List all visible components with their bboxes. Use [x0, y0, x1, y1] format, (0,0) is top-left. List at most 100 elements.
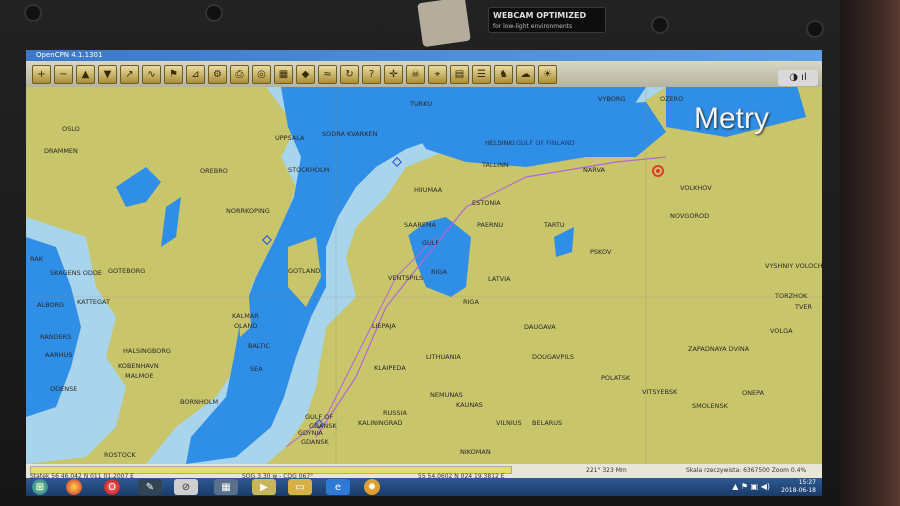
map-label: LIEPAJA	[372, 322, 396, 330]
screw-icon	[651, 16, 669, 34]
map-label: LITHUANIA	[426, 353, 461, 361]
tide-icon[interactable]: ≈	[318, 64, 337, 84]
map-label: VITSYEBSK	[642, 388, 678, 396]
chrome-icon[interactable]	[66, 479, 82, 495]
chart-bar-icon[interactable]: ▦	[274, 64, 293, 84]
map-label: HELSINKI	[485, 139, 515, 147]
map-label: HIIUMAA	[414, 186, 443, 194]
map-label: KATTEGAT	[77, 298, 110, 306]
bearing-distance: 221° 323 Mm	[586, 467, 627, 474]
log-icon[interactable]: ☰	[472, 64, 491, 84]
webcam-sticker: WEBCAM OPTIMIZED for low-light environme…	[488, 7, 606, 33]
map-label: ESTONIA	[472, 199, 501, 207]
screen: OpenCPN 4.1.1301 + − ▲ ▼ ↗ ∿ ⚑ ⊿ ⚙ ⎙ ◎ ▦ ◆ ≈ ↻? ✛ ☠ ⌖ ▤ ☰ ♞ ☁…	[26, 50, 822, 496]
map-label: VOLGA	[770, 327, 793, 335]
pen-icon[interactable]: ✎	[138, 479, 162, 495]
chart-scale: Skala rzeczywista: 6367500 Zoom 0.4%	[686, 467, 807, 474]
screw-icon	[806, 20, 824, 38]
map-label: SEA	[250, 365, 263, 373]
chart-toolbar: + − ▲ ▼ ↗ ∿ ⚑ ⊿ ⚙ ⎙ ◎ ▦ ◆ ≈ ↻? ✛ ☠ ⌖ ▤ ☰ ♞ ☁ ☀	[26, 61, 822, 87]
zoom-out-icon[interactable]: −	[54, 64, 73, 84]
map-label: UPPSALA	[275, 134, 305, 142]
map-label: NORRKOPING	[226, 207, 270, 215]
system-tray[interactable]: ▲ ⚑ ▣ ◀)	[732, 482, 770, 491]
map-label: BELARUS	[532, 419, 562, 427]
map-label: RIGA	[463, 298, 479, 306]
calendar-icon[interactable]: ▦	[214, 479, 238, 495]
compass-icon[interactable]: ✛	[384, 64, 403, 84]
track-icon[interactable]: ∿	[142, 64, 161, 84]
tape-on-bezel	[417, 0, 471, 48]
auto-follow-icon[interactable]: ◎	[252, 64, 271, 84]
weather-icon[interactable]: ☁	[516, 64, 535, 84]
map-label: OSLO	[62, 125, 80, 133]
map-label: PSKOV	[590, 248, 612, 256]
explorer-icon[interactable]: ▭	[288, 479, 312, 495]
map-label: GOTEBORG	[108, 267, 145, 275]
settings-gear-icon[interactable]: ✹	[364, 479, 380, 495]
status-bar: Statek 56 46.042 N 011 01.2007 E SOG 3.3…	[26, 464, 822, 480]
map-label: RIGA	[431, 268, 447, 276]
background-wall	[840, 0, 900, 506]
map-label: RANDERS	[40, 333, 71, 341]
route-icon[interactable]: ↗	[120, 64, 139, 84]
map-label: POLATSK	[601, 374, 631, 382]
map-label: LATVIA	[488, 275, 511, 283]
map-label: SMOLENSK	[692, 402, 729, 410]
map-label: ROSTOCK	[104, 451, 136, 459]
map-label: VYBORG	[598, 95, 625, 103]
map-label: KALININGRAD	[358, 419, 403, 427]
map-label: HALSINGBORG	[123, 347, 171, 355]
opera-icon[interactable]: O	[104, 479, 120, 495]
map-label: STOCKHOLM	[288, 166, 329, 174]
system-clock[interactable]: 15:27 2018-06-18	[781, 479, 816, 495]
nautical-chart[interactable]: OSLO DRAMMEN OREBRO UPPSALA STOCKHOLM NORRKOP…	[26, 82, 822, 464]
map-label: GDYNIA	[298, 429, 323, 437]
settings-icon[interactable]: ⚙	[208, 64, 227, 84]
chart-canvas: OSLO DRAMMEN OREBRO UPPSALA STOCKHOLM NORRKOP…	[26, 82, 822, 464]
map-label: KLAIPEDA	[374, 364, 406, 372]
mob-icon[interactable]: ☠	[406, 64, 425, 84]
map-label: SAAREMA	[404, 221, 437, 229]
map-label: GULF OF	[305, 413, 333, 421]
start-orb-icon[interactable]: ⊞	[32, 479, 48, 495]
mark-icon[interactable]: ⚑	[164, 64, 183, 84]
opencpn-icon[interactable]: ⊘	[174, 479, 198, 495]
print-icon[interactable]: ⎙	[230, 64, 249, 84]
map-label: RAK	[30, 255, 44, 263]
ais-icon[interactable]: ◆	[296, 64, 315, 84]
chart-up-icon[interactable]: ▲	[76, 64, 95, 84]
map-label: BORNHOLM	[180, 398, 218, 406]
window-title: OpenCPN 4.1.1301	[26, 50, 822, 61]
map-label: NOVGOROD	[670, 212, 709, 220]
map-label: NARVA	[583, 166, 606, 174]
clock-date: 2018-06-18	[781, 487, 816, 494]
map-label: ALBORG	[37, 301, 64, 309]
windows-taskbar: ⊞ O ✎ ⊘ ▦ ▶ ▭ e ✹ ▲ ⚑ ▣ ◀) 15:27 2018-06…	[26, 478, 822, 496]
dashboard-icon[interactable]: ▤	[450, 64, 469, 84]
zoom-in-icon[interactable]: +	[32, 64, 51, 84]
map-label: VYSHNIY VOLOCHEK	[765, 262, 822, 270]
map-label: RUSSIA	[383, 409, 407, 417]
measure-icon[interactable]: ⊿	[186, 64, 205, 84]
help-icon[interactable]: ?	[362, 64, 381, 84]
clock-time: 15:27	[798, 479, 816, 486]
webcam-sublabel: for low-light environments	[493, 23, 573, 30]
chart-down-icon[interactable]: ▼	[98, 64, 117, 84]
gps-icon[interactable]: ⌖	[428, 64, 447, 84]
map-label: MALMOE	[125, 372, 154, 380]
current-icon[interactable]: ↻	[340, 64, 359, 84]
media-icon[interactable]: ▶	[252, 479, 276, 495]
map-label: VENTSPILS	[388, 274, 423, 282]
ie-icon[interactable]: e	[326, 479, 350, 495]
dog-icon[interactable]: ♞	[494, 64, 513, 84]
connection-status-icon[interactable]: ◑ ıl	[778, 70, 818, 86]
map-label: DOUGAVPILS	[532, 353, 574, 361]
map-label: DRAMMEN	[44, 147, 78, 155]
map-label: VILNIUS	[496, 419, 522, 427]
map-label: TARTU	[543, 221, 565, 229]
sun-icon[interactable]: ☀	[538, 64, 557, 84]
map-label: SKAGENS ODDE	[50, 269, 102, 277]
map-label: KOBENHAVN	[118, 362, 159, 370]
map-label: GULF OF FINLAND	[516, 139, 575, 147]
